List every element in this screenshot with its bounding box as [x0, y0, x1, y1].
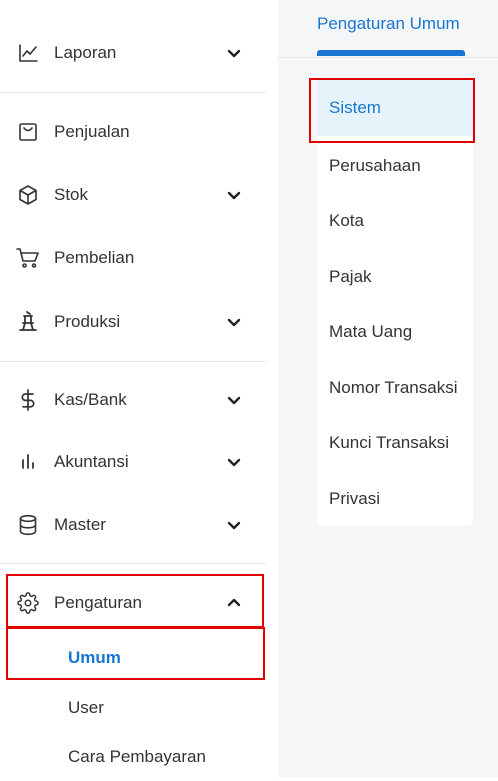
cube-icon [16, 183, 40, 207]
sidebar-item-produksi[interactable]: Produksi [0, 294, 266, 350]
sidebar-item-label: Master [54, 515, 106, 534]
submenu-item-label: Umum [68, 648, 121, 667]
sidebar-item-label: Kas/Bank [54, 390, 127, 409]
gear-icon [16, 591, 40, 615]
settings-item-privasi[interactable]: Privasi [317, 471, 473, 527]
factory-icon [16, 310, 40, 334]
chevron-down-icon[interactable] [226, 454, 242, 470]
settings-item-sistem[interactable]: Sistem [317, 80, 473, 136]
sidebar-item-label: Pembelian [54, 248, 135, 267]
settings-menu: Sistem Perusahaan Kota Pajak Mata Uang N… [317, 78, 473, 526]
sidebar-item-akuntansi[interactable]: Akuntansi [0, 434, 266, 490]
settings-item-label: Kota [329, 211, 364, 230]
divider [0, 361, 266, 362]
chevron-down-icon[interactable] [226, 517, 242, 533]
submenu-item-umum[interactable]: Umum [0, 634, 266, 682]
tab-underline [317, 50, 465, 56]
settings-item-label: Kunci Transaksi [329, 433, 449, 452]
dollar-icon [16, 388, 40, 412]
tab-pengaturan-umum[interactable]: Pengaturan Umum [317, 14, 460, 34]
settings-item-label: Pajak [329, 267, 372, 286]
submenu-item-user[interactable]: User [0, 684, 266, 732]
divider [0, 92, 266, 93]
settings-item-label: Perusahaan [329, 156, 421, 175]
settings-item-kunci-transaksi[interactable]: Kunci Transaksi [317, 415, 473, 471]
chevron-down-icon[interactable] [226, 187, 242, 203]
sales-box-icon [16, 120, 40, 144]
settings-item-label: Privasi [329, 489, 381, 508]
submenu-item-label: Cara Pembayaran [68, 747, 206, 766]
divider [0, 563, 266, 564]
settings-item-perusahaan[interactable]: Perusahaan [317, 138, 473, 194]
settings-item-label: Nomor Transaksi [329, 378, 458, 397]
sidebar-item-kas-bank[interactable]: Kas/Bank [0, 372, 266, 428]
settings-item-label: Mata Uang [329, 322, 413, 341]
settings-item-nomor-transaksi[interactable]: Nomor Transaksi [317, 360, 473, 416]
cart-icon [16, 246, 40, 270]
sidebar: Laporan Penjualan Stok Pembelian Produks… [0, 0, 266, 777]
tab-divider [278, 57, 498, 58]
sidebar-item-penjualan[interactable]: Penjualan [0, 104, 266, 160]
chart-line-icon [16, 41, 40, 65]
sidebar-item-pembelian[interactable]: Pembelian [0, 230, 266, 286]
database-icon [16, 513, 40, 537]
sidebar-item-pengaturan[interactable]: Pengaturan [0, 575, 266, 631]
chevron-down-icon[interactable] [226, 314, 242, 330]
submenu-item-cara-pembayaran[interactable]: Cara Pembayaran [0, 733, 266, 781]
submenu-item-label: User [68, 698, 104, 717]
chevron-down-icon[interactable] [226, 392, 242, 408]
sidebar-item-label: Produksi [54, 312, 121, 331]
settings-item-kota[interactable]: Kota [317, 193, 473, 249]
chevron-down-icon[interactable] [226, 45, 242, 61]
sidebar-item-label: Penjualan [54, 122, 130, 141]
spacer [266, 0, 278, 777]
sidebar-item-laporan[interactable]: Laporan [0, 25, 266, 81]
settings-item-label: Sistem [329, 98, 381, 117]
settings-item-pajak[interactable]: Pajak [317, 249, 473, 305]
settings-item-mata-uang[interactable]: Mata Uang [317, 304, 473, 360]
bar-chart-icon [16, 450, 40, 474]
sidebar-item-label: Stok [54, 185, 89, 204]
sidebar-item-label: Akuntansi [54, 452, 129, 471]
sidebar-item-master[interactable]: Master [0, 497, 266, 553]
chevron-up-icon[interactable] [226, 595, 242, 611]
sidebar-item-label: Laporan [54, 43, 117, 62]
sidebar-item-label: Pengaturan [54, 593, 142, 612]
sidebar-item-stok[interactable]: Stok [0, 167, 266, 223]
